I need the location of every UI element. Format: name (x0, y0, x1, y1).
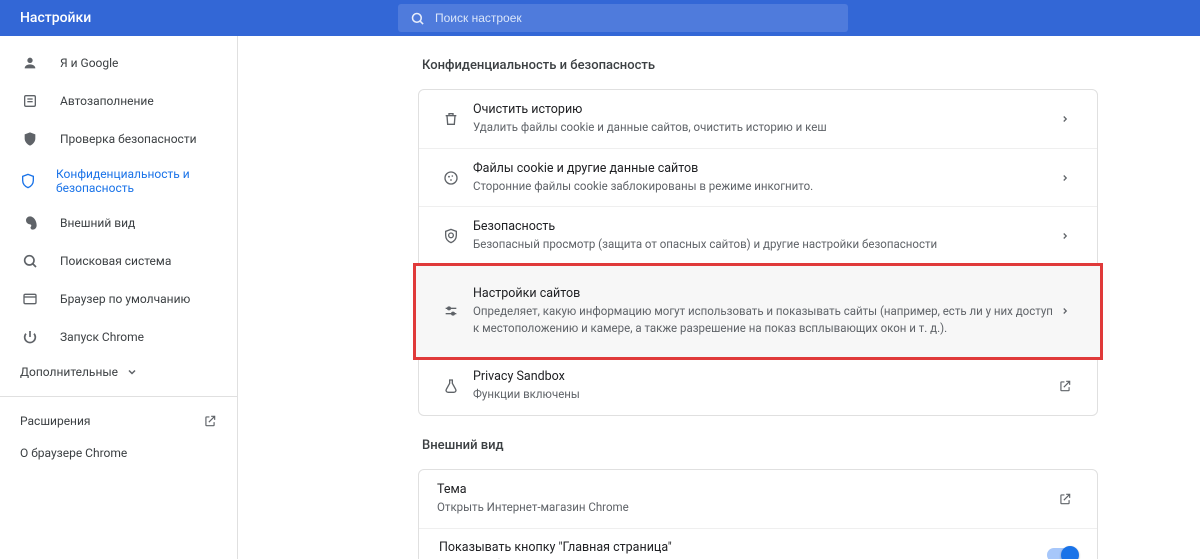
sidebar-item-label: Я и Google (60, 56, 118, 70)
row-title: Privacy Sandbox (473, 369, 1053, 384)
sidebar-item-label: Автозаполнение (60, 94, 154, 108)
sidebar-item-default-browser[interactable]: Браузер по умолчанию (0, 280, 237, 318)
shield-icon (20, 171, 36, 191)
sidebar-about[interactable]: О браузере Chrome (0, 437, 237, 469)
sidebar-item-startup[interactable]: Запуск Chrome (0, 318, 237, 356)
row-theme[interactable]: Тема Открыть Интернет-магазин Chrome (419, 470, 1097, 529)
row-privacy-sandbox[interactable]: Privacy Sandbox Функции включены (419, 357, 1097, 415)
privacy-card: Очистить историю Удалить файлы cookie и … (418, 89, 1098, 416)
row-title: Показывать кнопку "Главная страница" (439, 540, 1047, 555)
row-subtitle: Функции включены (473, 386, 1053, 403)
sidebar-item-label: Внешний вид (60, 216, 135, 230)
section-title-privacy: Конфиденциальность и безопасность (422, 58, 1098, 73)
shield-globe-icon (435, 228, 467, 244)
row-title: Безопасность (473, 219, 1053, 234)
row-cookies[interactable]: Файлы cookie и другие данные сайтов Стор… (419, 149, 1097, 208)
chevron-right-icon (1053, 114, 1077, 124)
shield-check-icon (20, 129, 40, 149)
open-external-icon (1053, 492, 1077, 506)
chevron-down-icon (126, 366, 138, 378)
settings-search[interactable] (398, 4, 848, 32)
chevron-right-icon (1053, 231, 1077, 241)
sidebar-item-you-google[interactable]: Я и Google (0, 44, 237, 82)
row-subtitle: Удалить файлы cookie и данные сайтов, оч… (473, 119, 1053, 136)
sidebar-item-label: Запуск Chrome (60, 330, 144, 344)
sidebar-more-label: Дополнительные (20, 365, 118, 379)
row-title: Настройки сайтов (473, 286, 1053, 301)
sidebar-more-toggle[interactable]: Дополнительные (0, 356, 237, 388)
row-security[interactable]: Безопасность Безопасный просмотр (защита… (419, 207, 1097, 266)
sliders-icon (435, 303, 467, 319)
header-bar: Настройки (0, 0, 1200, 36)
settings-search-input[interactable] (435, 11, 836, 25)
person-icon (20, 53, 40, 73)
row-subtitle: Определяет, какую информацию могут испол… (473, 303, 1053, 336)
row-clear-history[interactable]: Очистить историю Удалить файлы cookie и … (419, 90, 1097, 149)
row-subtitle: Открыть Интернет-магазин Chrome (437, 499, 1053, 516)
sidebar-divider (0, 396, 237, 397)
row-title: Файлы cookie и другие данные сайтов (473, 161, 1053, 176)
appearance-card: Тема Открыть Интернет-магазин Chrome Пок… (418, 469, 1098, 559)
window-icon (20, 289, 40, 309)
sidebar-extensions[interactable]: Расширения (0, 405, 237, 437)
sidebar: Я и Google Автозаполнение Проверка безоп… (0, 36, 238, 559)
list-icon (20, 91, 40, 111)
chevron-right-icon (1053, 306, 1077, 316)
search-icon (410, 11, 425, 26)
brush-icon (20, 213, 40, 233)
trash-icon (435, 111, 467, 127)
main-content: Конфиденциальность и безопасность Очисти… (238, 36, 1200, 559)
row-site-settings[interactable]: Настройки сайтов Определяет, какую инфор… (416, 266, 1100, 357)
power-icon (20, 327, 40, 347)
sidebar-item-label: Проверка безопасности (60, 132, 197, 146)
header-title: Настройки (0, 10, 398, 26)
sidebar-about-label: О браузере Chrome (20, 446, 127, 460)
sidebar-item-label: Браузер по умолчанию (60, 292, 190, 306)
toggle-home-button[interactable] (1047, 548, 1077, 559)
chevron-right-icon (1053, 173, 1077, 183)
sidebar-item-search-engine[interactable]: Поисковая система (0, 242, 237, 280)
sidebar-item-privacy[interactable]: Конфиденциальность и безопасность (0, 158, 237, 204)
row-subtitle: Сторонние файлы cookie заблокированы в р… (473, 178, 1053, 195)
sidebar-extensions-label: Расширения (20, 414, 90, 428)
row-title: Очистить историю (473, 102, 1053, 117)
section-title-appearance: Внешний вид (422, 438, 1098, 453)
search-icon (20, 251, 40, 271)
flask-icon (435, 378, 467, 394)
sidebar-item-safety-check[interactable]: Проверка безопасности (0, 120, 237, 158)
row-title: Тема (437, 482, 1053, 497)
sidebar-item-autofill[interactable]: Автозаполнение (0, 82, 237, 120)
sidebar-item-appearance[interactable]: Внешний вид (0, 204, 237, 242)
row-home-button: Показывать кнопку "Главная страница" Стр… (419, 529, 1097, 559)
open-external-icon (203, 414, 217, 428)
sidebar-item-label: Конфиденциальность и безопасность (56, 167, 217, 195)
cookie-icon (435, 170, 467, 186)
sidebar-item-label: Поисковая система (60, 254, 171, 268)
row-subtitle: Безопасный просмотр (защита от опасных с… (473, 236, 1053, 253)
open-external-icon (1053, 379, 1077, 393)
